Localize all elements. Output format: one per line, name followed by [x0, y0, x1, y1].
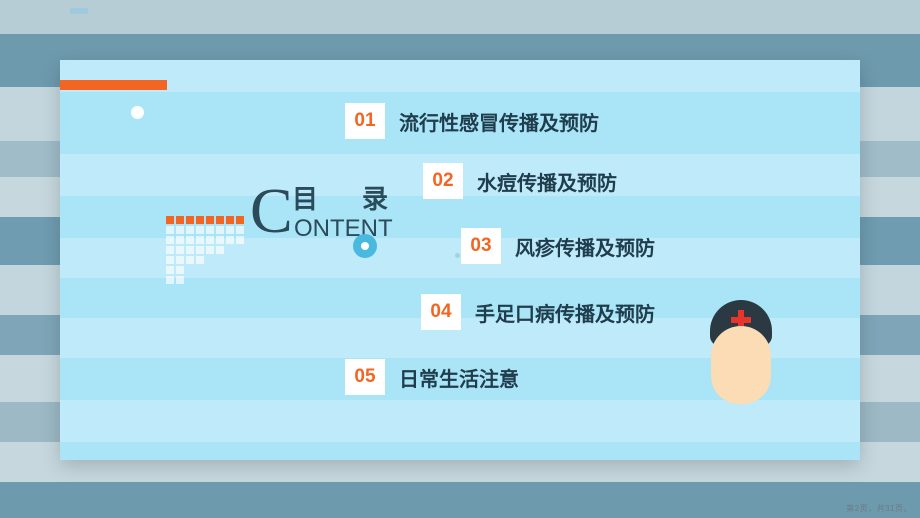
dot-grid-cell	[236, 226, 244, 234]
content-panel: C 目 录 ONTENT 01 流行性感冒传播及预防 02 水痘传播及预防 03…	[60, 60, 860, 460]
item-label: 水痘传播及预防	[477, 172, 617, 195]
dot-grid-row	[166, 236, 252, 246]
dot-grid-decoration	[166, 216, 252, 290]
circle-marker-icon	[353, 234, 377, 258]
list-item[interactable]: 02 水痘传播及预防	[423, 163, 617, 199]
dot-grid-cell	[176, 246, 184, 254]
item-number: 02	[423, 163, 463, 199]
dot-grid-cell	[226, 216, 234, 224]
dot-grid-cell	[206, 216, 214, 224]
dot-grid-cell	[166, 216, 174, 224]
dot-grid-cell	[166, 266, 174, 274]
dot-grid-cell	[176, 276, 184, 284]
item-number: 01	[345, 103, 385, 139]
small-dot-decoration	[455, 253, 460, 258]
item-label: 手足口病传播及预防	[475, 303, 655, 326]
dot-grid-cell	[226, 226, 234, 234]
slide-canvas: C 目 录 ONTENT 01 流行性感冒传播及预防 02 水痘传播及预防 03…	[0, 0, 920, 518]
dot-grid-cell	[176, 226, 184, 234]
dot-grid-cell	[196, 216, 204, 224]
background-stripe	[0, 0, 920, 34]
dot-grid-cell	[186, 246, 194, 254]
dot-grid-row	[166, 246, 252, 256]
dot-grid-cell	[196, 246, 204, 254]
nurse-face	[711, 326, 771, 404]
panel-stripe	[60, 60, 860, 92]
red-cross-icon	[731, 317, 751, 323]
dot-grid-cell	[166, 246, 174, 254]
dot-grid-cell	[216, 226, 224, 234]
dot-grid-cell	[216, 236, 224, 244]
item-label: 风疹传播及预防	[515, 237, 655, 260]
dot-grid-cell	[226, 236, 234, 244]
page-number: 第2页，共31页。	[846, 504, 912, 513]
list-item[interactable]: 03 风疹传播及预防	[461, 228, 655, 264]
dot-grid-cell	[236, 216, 244, 224]
decor-dot	[131, 106, 144, 119]
dot-grid-cell	[206, 236, 214, 244]
list-item[interactable]: 05 日常生活注意	[345, 359, 519, 395]
item-number: 05	[345, 359, 385, 395]
dot-grid-cell	[176, 236, 184, 244]
circle-marker-inner	[361, 242, 369, 250]
panel-stripe	[60, 400, 860, 442]
dot-grid-cell	[176, 256, 184, 264]
dot-grid-cell	[216, 216, 224, 224]
title-chinese: 目 录	[292, 184, 398, 214]
dot-grid-cell	[206, 246, 214, 254]
list-item[interactable]: 01 流行性感冒传播及预防	[345, 103, 599, 139]
dot-grid-cell	[166, 276, 174, 284]
catalog-title: C 目 录 ONTENT	[250, 175, 450, 255]
dot-grid-row	[166, 216, 252, 226]
dot-grid-row	[166, 256, 252, 266]
dot-grid-cell	[166, 226, 174, 234]
orange-accent-bar	[60, 80, 167, 90]
list-item[interactable]: 04 手足口病传播及预防	[421, 294, 655, 330]
nurse-figure-icon	[700, 300, 782, 405]
dot-grid-cell	[176, 266, 184, 274]
dot-grid-row	[166, 266, 252, 276]
item-number: 03	[461, 228, 501, 264]
title-initial-letter: C	[250, 175, 293, 246]
dot-grid-cell	[216, 246, 224, 254]
dot-grid-cell	[176, 216, 184, 224]
dot-grid-cell	[196, 226, 204, 234]
background-stripe	[0, 482, 920, 518]
item-label: 日常生活注意	[399, 368, 519, 391]
dot-grid-row	[166, 276, 252, 286]
dot-grid-cell	[236, 236, 244, 244]
dot-grid-cell	[186, 216, 194, 224]
title-english: ONTENT	[294, 215, 393, 242]
item-number: 04	[421, 294, 461, 330]
dot-grid-cell	[186, 256, 194, 264]
dot-grid-row	[166, 226, 252, 236]
dot-grid-cell	[166, 236, 174, 244]
item-label: 流行性感冒传播及预防	[399, 112, 599, 135]
top-marker	[70, 8, 88, 14]
dot-grid-cell	[186, 226, 194, 234]
dot-grid-cell	[206, 226, 214, 234]
dot-grid-cell	[166, 256, 174, 264]
dot-grid-cell	[196, 256, 204, 264]
dot-grid-cell	[186, 236, 194, 244]
dot-grid-cell	[196, 236, 204, 244]
